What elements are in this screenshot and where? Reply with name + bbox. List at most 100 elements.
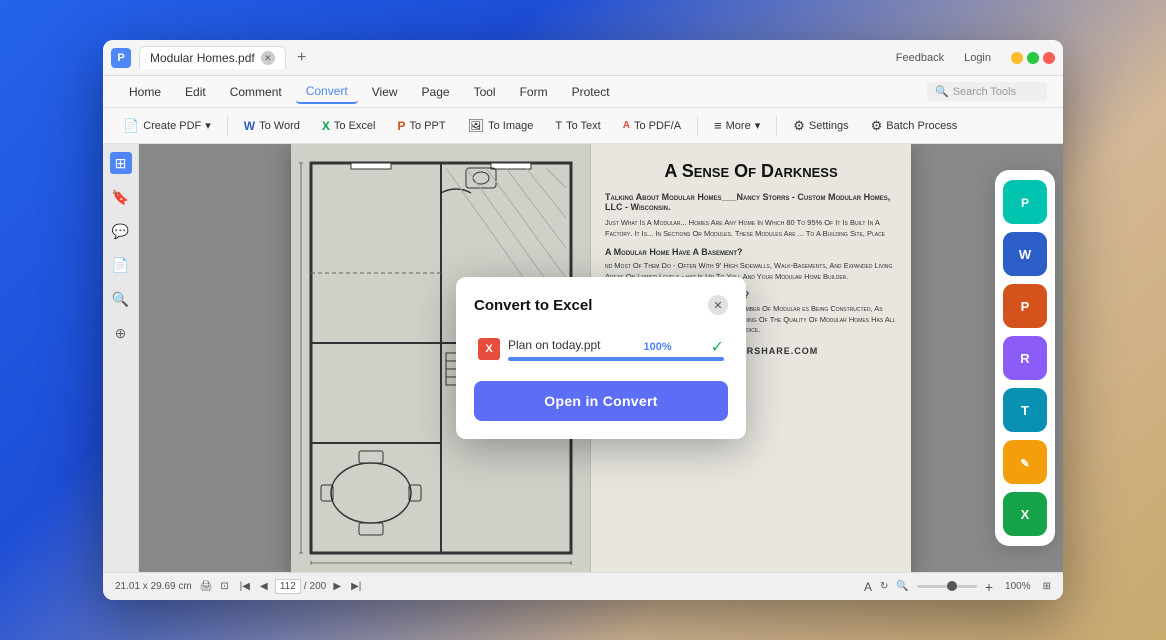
to-pdfa-icon: A [623, 120, 630, 131]
to-text-button[interactable]: T To Text [547, 116, 608, 136]
file-type-icon: X [478, 338, 500, 360]
window-controls [1011, 52, 1055, 64]
app-window: P Modular Homes.pdf ✕ + Feedback Login H… [103, 40, 1063, 600]
more-dropdown-icon: ▾ [755, 119, 761, 132]
more-icon: ≡ [714, 118, 722, 133]
menu-protect[interactable]: Protect [562, 81, 620, 103]
to-pdfa-button[interactable]: A To PDF/A [615, 116, 689, 136]
dialog-header: Convert to Excel ✕ [474, 295, 728, 315]
to-ppt-label: To PPT [410, 120, 446, 132]
toolbar-separator-1 [227, 116, 228, 136]
create-pdf-button[interactable]: 📄 Create PDF ▾ [115, 114, 219, 138]
zoom-level: 100% [1005, 581, 1031, 592]
to-word-button[interactable]: W To Word [236, 115, 308, 137]
sidebar-comment-icon[interactable]: 💬 [110, 220, 132, 242]
maximize-button[interactable] [1027, 52, 1039, 64]
progress-percent: 100% [643, 341, 671, 353]
document-view: A Sense Of Darkness Talking About Modula… [139, 144, 1063, 572]
main-area: ⊞ 🔖 💬 📄 🔍 ⊕ [103, 144, 1063, 572]
to-image-button[interactable]: 🖼 To Image [460, 114, 542, 138]
batch-process-icon: ⚙ [871, 118, 883, 134]
close-button[interactable] [1043, 52, 1055, 64]
file-info: Plan on today.ppt 100% ✓ [508, 337, 724, 361]
sidebar-search-icon[interactable]: 🔍 [110, 288, 132, 310]
create-pdf-icon: 📄 [123, 118, 139, 134]
batch-process-label: Batch Process [886, 120, 957, 132]
dialog-close-button[interactable]: ✕ [708, 295, 728, 315]
to-excel-label: To Excel [334, 120, 376, 132]
menu-convert[interactable]: Convert [296, 80, 358, 104]
to-word-label: To Word [259, 120, 300, 132]
menu-form[interactable]: Form [510, 81, 558, 103]
open-in-convert-button[interactable]: Open in Convert [474, 381, 728, 421]
settings-label: Settings [809, 120, 849, 132]
more-label: More [726, 120, 751, 132]
batch-process-button[interactable]: ⚙ Batch Process [863, 114, 966, 138]
tab-close-btn[interactable]: ✕ [261, 51, 275, 65]
settings-icon: ⚙ [793, 118, 805, 134]
zoom-plus-icon[interactable]: + [985, 579, 993, 595]
toolbar: 📄 Create PDF ▾ W To Word X To Excel P To… [103, 108, 1063, 144]
convert-to-excel-dialog: Convert to Excel ✕ X Plan on today.ppt 1… [456, 277, 746, 439]
sidebar-page-icon[interactable]: 📄 [110, 254, 132, 276]
more-button[interactable]: ≡ More ▾ [706, 114, 768, 137]
page-size-icon[interactable]: A [864, 580, 872, 594]
progress-bar-background [508, 357, 724, 361]
new-tab-button[interactable]: + [290, 46, 314, 70]
menu-edit[interactable]: Edit [175, 81, 216, 103]
left-sidebar: ⊞ 🔖 💬 📄 🔍 ⊕ [103, 144, 139, 572]
zoom-slider[interactable] [917, 585, 977, 588]
file-row: X Plan on today.ppt 100% ✓ [474, 331, 728, 367]
search-tools-input[interactable]: 🔍 Search Tools [927, 82, 1047, 101]
page-separator: / [304, 581, 307, 592]
current-page[interactable]: 112 [275, 579, 301, 594]
to-text-label: To Text [566, 120, 601, 132]
active-tab[interactable]: Modular Homes.pdf ✕ [139, 46, 286, 69]
menu-home[interactable]: Home [119, 81, 171, 103]
progress-bar-fill [508, 357, 724, 361]
fit-page-icon[interactable]: ⊡ [220, 581, 228, 592]
fit-width-icon[interactable]: ⊞ [1043, 581, 1051, 592]
create-pdf-label: Create PDF [143, 120, 201, 132]
next-page-button[interactable]: ▶ [329, 579, 345, 595]
title-bar-actions: Feedback Login [890, 50, 1055, 66]
to-word-icon: W [244, 119, 255, 133]
first-page-button[interactable]: |◀ [237, 579, 253, 595]
prev-page-button[interactable]: ◀ [256, 579, 272, 595]
to-image-label: To Image [488, 120, 533, 132]
menu-tool[interactable]: Tool [464, 81, 506, 103]
sidebar-bookmark-icon[interactable]: 🔖 [110, 186, 132, 208]
to-ppt-icon: P [397, 119, 405, 133]
sidebar-thumbnail-icon[interactable]: ⊞ [110, 152, 132, 174]
create-pdf-dropdown-icon: ▾ [205, 119, 211, 132]
status-bar: 21.01 x 29.69 cm 🖨 ⊡ |◀ ◀ 112 / 200 ▶ ▶|… [103, 572, 1063, 600]
done-checkmark-icon: ✓ [711, 337, 724, 357]
to-pdfa-label: To PDF/A [634, 120, 681, 132]
login-button[interactable]: Login [958, 50, 997, 66]
to-ppt-button[interactable]: P To PPT [389, 115, 453, 137]
menu-comment[interactable]: Comment [220, 81, 292, 103]
rotate-icon[interactable]: ↻ [880, 581, 888, 592]
minimize-button[interactable] [1011, 52, 1023, 64]
tab-title: Modular Homes.pdf [150, 51, 255, 65]
menu-view[interactable]: View [362, 81, 408, 103]
page-navigation: |◀ ◀ 112 / 200 ▶ ▶| [237, 579, 364, 595]
app-logo: P [111, 48, 131, 68]
dialog-overlay: Convert to Excel ✕ X Plan on today.ppt 1… [139, 144, 1063, 572]
to-excel-button[interactable]: X To Excel [314, 115, 384, 137]
sidebar-layers-icon[interactable]: ⊕ [110, 322, 132, 344]
dialog-title: Convert to Excel [474, 297, 592, 314]
feedback-button[interactable]: Feedback [890, 50, 950, 66]
print-icon[interactable]: 🖨 [200, 581, 213, 592]
search-icon: 🔍 [935, 85, 949, 98]
search-placeholder: Search Tools [953, 86, 1016, 98]
menu-bar: Home Edit Comment Convert View Page Tool… [103, 76, 1063, 108]
last-page-button[interactable]: ▶| [348, 579, 364, 595]
zoom-out-icon[interactable]: 🔍 [896, 581, 908, 592]
settings-button[interactable]: ⚙ Settings [785, 114, 856, 138]
to-text-icon: T [555, 120, 562, 132]
file-name: Plan on today.ppt [508, 338, 601, 352]
title-bar: P Modular Homes.pdf ✕ + Feedback Login [103, 40, 1063, 76]
to-image-icon: 🖼 [468, 118, 485, 134]
menu-page[interactable]: Page [412, 81, 460, 103]
